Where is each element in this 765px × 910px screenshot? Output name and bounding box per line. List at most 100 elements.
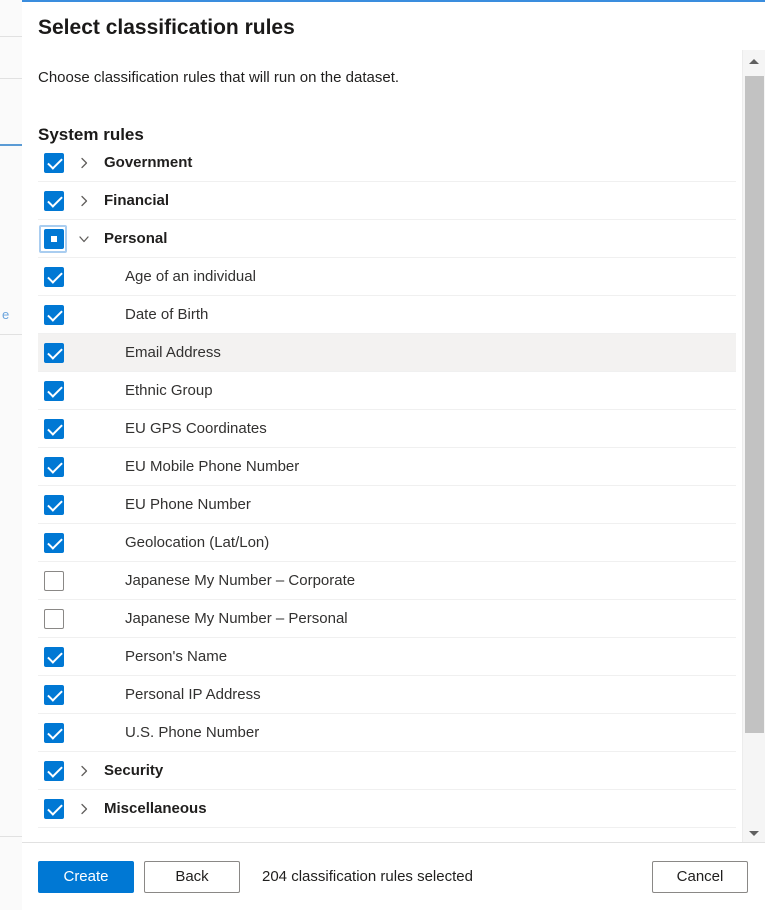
checkmark-icon [46, 381, 63, 398]
rule-label: Japanese My Number – Personal [125, 609, 348, 627]
checkbox-checked-icon[interactable] [43, 722, 64, 743]
checkbox-unchecked-icon[interactable] [43, 608, 64, 629]
scroll-up-arrow-icon[interactable] [743, 50, 765, 72]
tree-row-category[interactable]: Security [38, 752, 736, 790]
checkbox-checked-icon[interactable] [43, 190, 64, 211]
rule-label: EU GPS Coordinates [125, 419, 267, 437]
checkbox-container[interactable] [38, 604, 68, 634]
checkbox-unchecked-icon[interactable] [43, 570, 64, 591]
rule-label: Japanese My Number – Corporate [125, 571, 356, 589]
checkbox-container[interactable] [38, 262, 68, 292]
tree-row[interactable]: Person's Name [38, 638, 736, 676]
checkmark-icon [46, 761, 63, 778]
vertical-scrollbar[interactable] [742, 50, 765, 844]
checkmark-icon [46, 723, 63, 740]
checkbox-container[interactable] [38, 338, 68, 368]
checkbox-container[interactable] [38, 642, 68, 672]
chevron-right-icon[interactable] [68, 764, 100, 778]
checkbox-checked-icon[interactable] [43, 760, 64, 781]
checkbox-container[interactable] [38, 224, 68, 254]
checkbox-checked-icon[interactable] [43, 304, 64, 325]
rule-label: Ethnic Group [125, 381, 213, 399]
checkbox-container[interactable] [38, 148, 68, 178]
checkbox-container[interactable] [38, 414, 68, 444]
tree-row-category[interactable]: Personal [38, 220, 736, 258]
checkbox-indeterminate-icon[interactable] [43, 228, 64, 249]
checkbox-container[interactable] [38, 186, 68, 216]
create-button[interactable]: Create [38, 860, 134, 893]
tree-row[interactable]: EU Phone Number [38, 486, 736, 524]
checkbox-container[interactable] [38, 300, 68, 330]
checkbox-container[interactable] [38, 680, 68, 710]
checkmark-icon [46, 305, 63, 322]
chevron-right-icon[interactable] [68, 802, 100, 816]
chevron-right-icon[interactable] [68, 194, 100, 208]
rule-label: Personal IP Address [125, 685, 261, 703]
rule-label: Age of an individual [125, 267, 256, 285]
tree-row[interactable]: EU GPS Coordinates [38, 410, 736, 448]
rule-label: EU Mobile Phone Number [125, 457, 300, 475]
background-accent-line [0, 144, 22, 146]
tree-row[interactable]: Japanese My Number – Corporate [38, 562, 736, 600]
chevron-down-icon[interactable] [68, 232, 100, 246]
classification-rules-tree: Government Financial Personal Age of an ind… [22, 144, 742, 844]
tree-row[interactable]: Ethnic Group [38, 372, 736, 410]
rule-label: Person's Name [125, 647, 228, 665]
checkbox-checked-icon[interactable] [43, 456, 64, 477]
checkbox-container[interactable] [38, 718, 68, 748]
tree-row-category[interactable]: Government [38, 144, 736, 182]
checkbox-checked-icon[interactable] [43, 798, 64, 819]
tree-row[interactable]: EU Mobile Phone Number [38, 448, 736, 486]
chevron-right-icon[interactable] [68, 156, 100, 170]
rule-label: Geolocation (Lat/Lon) [125, 533, 270, 551]
panel-subtitle: Choose classification rules that will ru… [38, 69, 400, 86]
checkbox-container[interactable] [38, 794, 68, 824]
rule-label: EU Phone Number [125, 495, 251, 513]
tree-row[interactable]: Date of Birth [38, 296, 736, 334]
checkbox-checked-icon[interactable] [43, 342, 64, 363]
scroll-down-arrow-icon[interactable] [743, 822, 765, 844]
section-title-system-rules: System rules [38, 125, 144, 144]
selected-rules-status: 204 classification rules selected [262, 868, 473, 885]
checkbox-checked-icon[interactable] [43, 152, 64, 173]
checkbox-checked-icon[interactable] [43, 684, 64, 705]
panel-header: Select classification rules Choose class… [22, 2, 765, 146]
tree-row[interactable]: U.S. Phone Number [38, 714, 736, 752]
checkbox-checked-icon[interactable] [43, 532, 64, 553]
background-divider [0, 836, 22, 837]
checkbox-container[interactable] [38, 376, 68, 406]
tree-row-category[interactable]: Miscellaneous [38, 790, 736, 828]
checkmark-icon [46, 533, 63, 550]
tree-row[interactable]: Email Address [38, 334, 736, 372]
tree-row-category[interactable]: Financial [38, 182, 736, 220]
tree-row[interactable]: Personal IP Address [38, 676, 736, 714]
tree-row[interactable]: Geolocation (Lat/Lon) [38, 524, 736, 562]
checkbox-container[interactable] [38, 490, 68, 520]
checkmark-icon [46, 457, 63, 474]
category-label: Security [104, 761, 164, 779]
page-title: Select classification rules [38, 16, 295, 39]
checkbox-checked-icon[interactable] [43, 418, 64, 439]
tree-row[interactable]: Japanese My Number – Personal [38, 600, 736, 638]
scrollbar-thumb[interactable] [745, 76, 764, 733]
background-text-fragment: e [2, 307, 10, 322]
indeterminate-square-icon [50, 235, 57, 242]
checkbox-container[interactable] [38, 756, 68, 786]
background-divider [0, 78, 22, 79]
classification-rules-panel: Select classification rules Choose class… [22, 0, 765, 910]
checkmark-icon [46, 799, 63, 816]
category-label: Miscellaneous [104, 799, 207, 817]
tree-row[interactable]: Age of an individual [38, 258, 736, 296]
rule-label: U.S. Phone Number [125, 723, 260, 741]
back-button[interactable]: Back [144, 860, 240, 893]
checkbox-checked-icon[interactable] [43, 266, 64, 287]
checkbox-container[interactable] [38, 566, 68, 596]
checkbox-checked-icon[interactable] [43, 380, 64, 401]
checkmark-icon [46, 267, 63, 284]
checkbox-checked-icon[interactable] [43, 494, 64, 515]
checkbox-container[interactable] [38, 452, 68, 482]
checkmark-icon [46, 419, 63, 436]
cancel-button[interactable]: Cancel [652, 860, 748, 893]
checkbox-container[interactable] [38, 528, 68, 558]
checkbox-checked-icon[interactable] [43, 646, 64, 667]
